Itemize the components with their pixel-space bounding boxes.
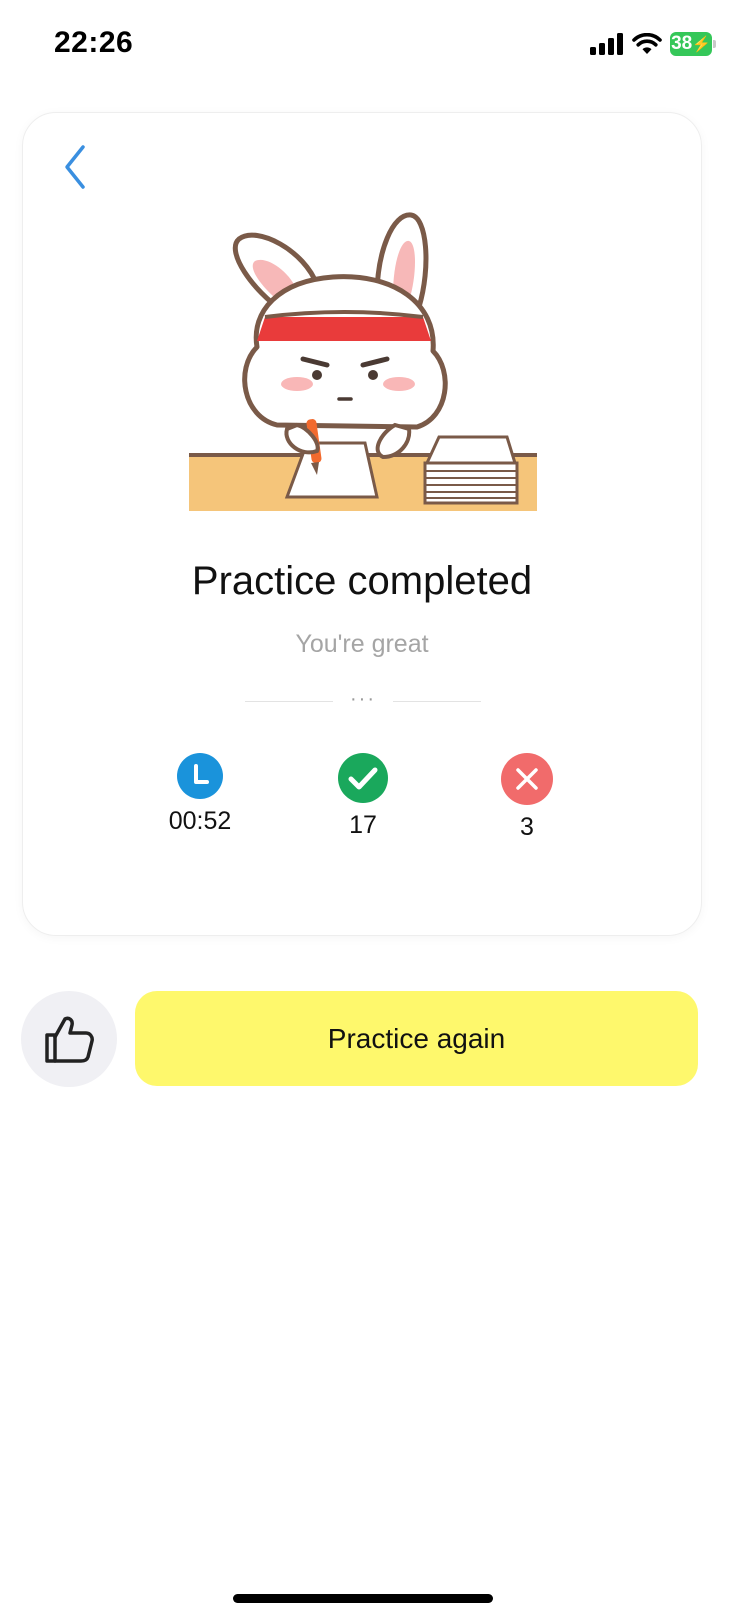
back-button[interactable]	[53, 139, 97, 195]
practice-again-button[interactable]: Practice again	[135, 991, 698, 1086]
battery-icon: 38⚡	[670, 32, 716, 56]
wifi-icon	[632, 33, 662, 54]
divider-dots: ···	[350, 688, 376, 710]
rabbit-writing-illustration	[189, 212, 537, 511]
stat-wrong-value: 3	[520, 813, 534, 841]
result-title: Practice completed	[191, 559, 533, 603]
battery-level-text: 38	[671, 33, 693, 54]
check-icon	[338, 753, 388, 803]
battery-level: 38⚡	[670, 32, 712, 56]
battery-cap	[713, 40, 716, 48]
cellular-signal-icon	[590, 33, 623, 55]
chevron-left-icon	[65, 145, 85, 189]
cross-icon	[501, 753, 553, 805]
status-time: 22:26	[54, 26, 134, 59]
stat-time-spent: 00:52	[120, 753, 280, 836]
status-bar: 22:26 38⚡	[0, 0, 750, 90]
stat-wrong-count: 3	[447, 753, 607, 842]
stat-correct-count: 17	[283, 753, 443, 840]
clock-icon	[177, 753, 223, 799]
stat-correct-value: 17	[349, 811, 377, 839]
like-button[interactable]	[21, 991, 117, 1087]
status-indicators: 38⚡	[590, 30, 716, 58]
stat-time-value: 00:52	[168, 807, 232, 835]
divider-line-right	[393, 701, 481, 702]
home-indicator	[233, 1594, 493, 1603]
result-subtitle: You're great	[295, 630, 429, 658]
charging-bolt-icon: ⚡	[692, 36, 711, 53]
section-divider: ···	[245, 689, 481, 713]
thumbs-up-icon	[45, 1016, 94, 1063]
result-card: Practice completed You're great ··· 00:5…	[22, 112, 702, 936]
